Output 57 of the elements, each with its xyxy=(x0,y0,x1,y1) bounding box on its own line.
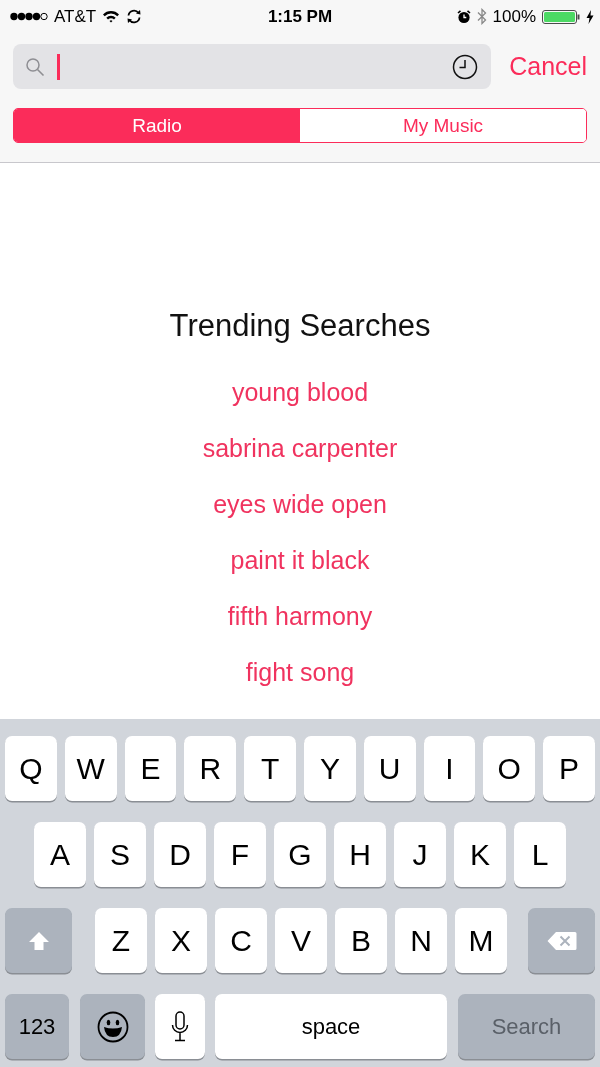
letter-key[interactable]: R xyxy=(184,736,237,801)
numbers-key[interactable]: 123 xyxy=(5,994,69,1059)
letter-key[interactable]: B xyxy=(335,908,387,973)
search-icon xyxy=(25,56,45,77)
letter-key[interactable]: M xyxy=(455,908,507,973)
letter-key[interactable]: W xyxy=(64,736,117,801)
space-key[interactable]: space xyxy=(215,994,447,1059)
letter-key[interactable]: H xyxy=(334,822,386,887)
signal-icon xyxy=(10,12,48,21)
letter-key[interactable]: K xyxy=(454,822,506,887)
letter-key[interactable]: Q xyxy=(5,736,57,801)
section-title: Trending Searches xyxy=(169,308,431,344)
letter-key[interactable]: Y xyxy=(304,736,356,801)
sync-icon xyxy=(126,9,143,24)
dictation-key[interactable] xyxy=(155,994,205,1059)
trending-search-link[interactable]: eyes wide open xyxy=(213,476,387,532)
microphone-icon xyxy=(171,1010,189,1043)
letter-key[interactable]: X xyxy=(155,908,207,973)
letter-key[interactable]: E xyxy=(124,736,177,801)
trending-search-link[interactable]: fifth harmony xyxy=(227,588,373,644)
trending-search-link[interactable]: sabrina carpenter xyxy=(202,420,398,476)
charging-icon xyxy=(586,9,594,24)
letter-key[interactable]: A xyxy=(34,822,86,887)
smiley-icon xyxy=(96,1010,129,1043)
emoji-key[interactable] xyxy=(80,994,145,1059)
letter-key[interactable]: T xyxy=(244,736,296,801)
trending-search-link[interactable]: paint it black xyxy=(230,532,370,588)
letter-key[interactable]: C xyxy=(215,908,267,973)
trending-search-link[interactable]: young blood xyxy=(231,364,369,420)
letter-key[interactable]: G xyxy=(274,822,326,887)
letter-key[interactable]: J xyxy=(394,822,446,887)
search-field[interactable] xyxy=(13,44,492,89)
bluetooth-icon xyxy=(476,8,487,25)
letter-key[interactable]: U xyxy=(363,736,416,801)
carrier-name: AT&T xyxy=(54,6,97,27)
letter-key[interactable]: F xyxy=(214,822,266,887)
letter-key[interactable]: D xyxy=(154,822,206,887)
letter-key[interactable]: Z xyxy=(95,908,147,973)
clock-icon[interactable] xyxy=(452,53,479,80)
shift-arrow-icon xyxy=(27,930,50,951)
wifi-icon xyxy=(102,10,121,23)
alarm-icon xyxy=(456,9,471,24)
trending-search-link[interactable]: fight song xyxy=(245,644,355,700)
letter-key[interactable]: I xyxy=(423,736,476,801)
letter-key[interactable]: L xyxy=(514,822,566,887)
clock-time: 1:15 PM xyxy=(267,6,333,27)
letter-key[interactable]: O xyxy=(483,736,536,801)
letter-key[interactable]: V xyxy=(275,908,327,973)
text-cursor xyxy=(57,53,60,80)
backspace-icon xyxy=(546,930,577,951)
letter-key[interactable]: P xyxy=(543,736,595,801)
letter-key[interactable]: N xyxy=(395,908,447,973)
segment-tab[interactable]: Radio xyxy=(14,109,300,142)
segment-tab[interactable]: My Music xyxy=(300,109,586,142)
battery-icon xyxy=(542,9,580,24)
letter-key[interactable]: S xyxy=(94,822,146,887)
battery-percentage: 100% xyxy=(492,6,536,27)
